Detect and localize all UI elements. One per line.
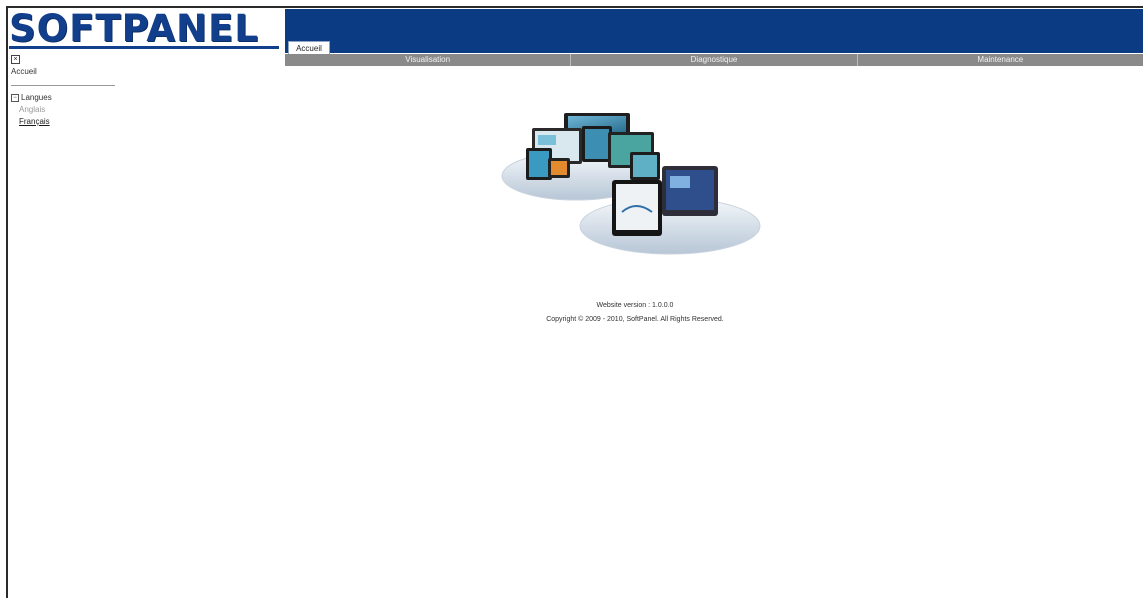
nav-item-maintenance[interactable]: Maintenance xyxy=(858,54,1143,66)
language-option-french[interactable]: Français xyxy=(19,117,50,126)
language-option-english[interactable]: Anglais xyxy=(19,105,45,114)
sidebar-divider xyxy=(11,85,115,86)
website-version: Website version : 1.0.0.0 xyxy=(596,302,674,309)
left-frame-line xyxy=(6,7,8,598)
softpanel-devices-image xyxy=(501,113,761,255)
tab-home[interactable]: Accueil xyxy=(288,41,330,55)
copyright-text: Copyright © 2009 - 2010, SoftPanel. All … xyxy=(546,316,724,323)
main-nav: Visualisation Diagnostique Maintenance xyxy=(285,54,1143,66)
close-icon[interactable]: × xyxy=(11,55,20,64)
top-frame-line xyxy=(6,6,1143,8)
sidebar-item-languages[interactable]: − Langues xyxy=(11,93,52,102)
languages-label: Langues xyxy=(21,93,52,102)
header-band xyxy=(285,9,1143,53)
logo-underline xyxy=(9,46,279,49)
sidebar-item-home[interactable]: Accueil xyxy=(11,67,37,76)
tree-collapse-icon[interactable]: − xyxy=(11,93,19,102)
nav-item-diagnostique[interactable]: Diagnostique xyxy=(571,54,858,66)
softpanel-logo: SOFTPANEL xyxy=(9,10,259,48)
nav-item-visualisation[interactable]: Visualisation xyxy=(285,54,572,66)
